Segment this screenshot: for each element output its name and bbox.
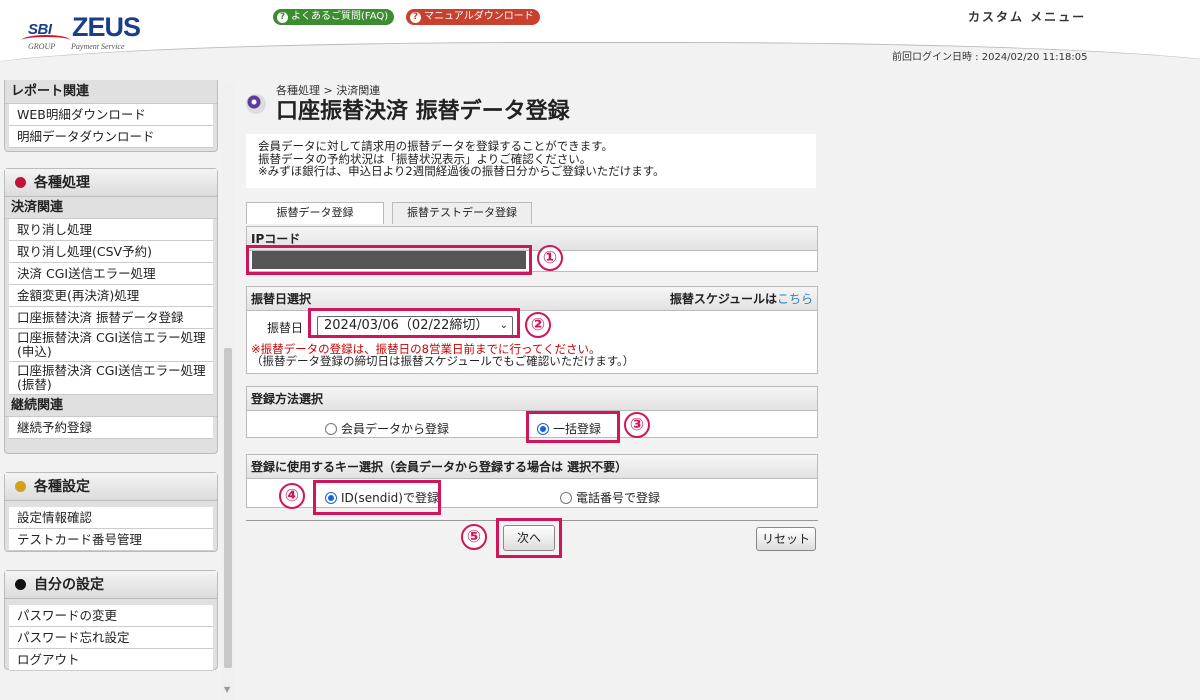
annotation-box-4 <box>313 480 441 515</box>
my-settings-panel-header: 自分の設定 <box>5 571 217 599</box>
sidebar-item-password-forgot[interactable]: パスワード忘れ設定 <box>9 627 213 649</box>
report-panel-title: レポート関連 <box>5 80 217 104</box>
scrollbar-thumb[interactable] <box>224 348 232 668</box>
tab-transfer-data-register[interactable]: 振替データ登録 <box>246 202 384 224</box>
red-dot-icon <box>15 177 26 188</box>
scroll-down-arrow-icon[interactable]: ▼ <box>224 685 230 694</box>
black-dot-icon <box>15 579 26 590</box>
header: SBI GROUP ZEUS Payment Service ? よくあるご質問… <box>0 0 1200 70</box>
sidebar-item-cancel-csv[interactable]: 取り消し処理(CSV予約) <box>9 241 213 263</box>
schedule-prefix: 振替スケジュールは <box>669 292 777 306</box>
sidebar: レポート関連 WEB明細ダウンロード 明細データダウンロード 各種処理 決済関連… <box>0 80 222 700</box>
manual-download-button[interactable]: ? マニュアルダウンロード <box>406 9 540 25</box>
sidebar-item-password-change[interactable]: パスワードの変更 <box>9 605 213 627</box>
radio-phone[interactable] <box>560 492 572 504</box>
register-key-label: 登録に使用するキー選択（会員データから登録する場合は 選択不要） <box>247 455 817 479</box>
sidebar-item-transfer-cgi-error-apply[interactable]: 口座振替決済 CGI送信エラー処理(申込) <box>9 329 213 362</box>
sidebar-item-transfer-cgi-error-transfer[interactable]: 口座振替決済 CGI送信エラー処理(振替) <box>9 362 213 395</box>
sidebar-item-transfer-data-register[interactable]: 口座振替決済 振替データ登録 <box>9 307 213 329</box>
radio-member-data[interactable] <box>325 423 337 435</box>
sidebar-item-continuous-reserve[interactable]: 継続予約登録 <box>9 417 213 439</box>
sidebar-item-cancel[interactable]: 取り消し処理 <box>9 219 213 241</box>
sidebar-item-logout[interactable]: ログアウト <box>9 649 213 671</box>
yellow-dot-icon <box>15 481 26 492</box>
question-icon: ? <box>410 11 421 23</box>
settings-panel-header: 各種設定 <box>5 473 217 501</box>
annotation-box-2 <box>308 308 520 338</box>
sidebar-item-cgi-error[interactable]: 決済 CGI送信エラー処理 <box>9 263 213 285</box>
transfer-date-field-label: 振替日 <box>267 321 304 335</box>
tab-transfer-test-data-register[interactable]: 振替テストデータ登録 <box>392 202 532 224</box>
annotation-number-3: ③ <box>624 412 650 438</box>
processing-panel: 各種処理 決済関連 取り消し処理 取り消し処理(CSV予約) 決済 CGI送信エ… <box>4 168 218 454</box>
my-settings-panel-title: 自分の設定 <box>34 576 104 593</box>
sidebar-scrollbar[interactable]: ▼ <box>222 84 234 700</box>
my-settings-panel: 自分の設定 パスワードの変更 パスワード忘れ設定 ログアウト <box>4 570 218 671</box>
method-member-option[interactable]: 会員データから登録 <box>325 420 449 437</box>
sidebar-item-test-card[interactable]: テストカード番号管理 <box>9 529 213 551</box>
key-phone-label: 電話番号で登録 <box>576 491 661 505</box>
notice-box: 会員データに対して請求用の振替データを登録することができます。 振替データの予約… <box>246 134 816 188</box>
annotation-number-2: ② <box>525 312 551 338</box>
question-icon: ? <box>277 11 288 23</box>
reset-button[interactable]: リセット <box>756 527 816 551</box>
processing-panel-title: 各種処理 <box>34 174 90 191</box>
manual-label: マニュアルダウンロード <box>424 11 534 22</box>
payment-group-head: 決済関連 <box>5 197 217 219</box>
annotation-number-1: ① <box>537 245 563 271</box>
transfer-note: （振替データ登録の締切日は振替スケジュールでもご確認いただけます。） <box>251 354 635 368</box>
settings-panel-title: 各種設定 <box>34 478 90 495</box>
key-phone-option[interactable]: 電話番号で登録 <box>560 489 660 506</box>
sidebar-item-amount-change[interactable]: 金額変更(再決済)処理 <box>9 285 213 307</box>
annotation-box-1 <box>246 245 532 275</box>
faq-label: よくあるご質問(FAQ) <box>291 11 389 22</box>
processing-panel-header: 各種処理 <box>5 169 217 197</box>
annotation-box-3 <box>526 411 620 443</box>
page-title-bullet-icon <box>246 94 266 114</box>
continuous-group-head: 継続関連 <box>5 395 217 417</box>
annotation-number-4: ④ <box>279 483 305 509</box>
schedule-link[interactable]: こちら <box>777 292 813 306</box>
notice-line: 会員データに対して請求用の振替データを登録することができます。 <box>258 139 614 153</box>
sidebar-item-settings-info[interactable]: 設定情報確認 <box>9 507 213 529</box>
schedule-text: 振替スケジュールはこちら <box>670 287 813 311</box>
method-member-label: 会員データから登録 <box>341 422 450 436</box>
page-title: 口座振替決済 振替データ登録 <box>276 99 570 124</box>
report-panel: レポート関連 WEB明細ダウンロード 明細データダウンロード <box>4 80 218 152</box>
transfer-date-label: 振替日選択 <box>251 292 312 306</box>
last-login-time: 前回ログイン日時 : 2024/02/20 11:18:05 <box>892 52 1088 63</box>
custom-menu-link[interactable]: カスタム メニュー <box>968 8 1086 25</box>
faq-button[interactable]: ? よくあるご質問(FAQ) <box>273 9 395 25</box>
register-method-label: 登録方法選択 <box>247 387 817 411</box>
sidebar-item-web-detail-download[interactable]: WEB明細ダウンロード <box>9 104 213 126</box>
settings-panel: 各種設定 設定情報確認 テストカード番号管理 <box>4 472 218 552</box>
annotation-number-5: ⑤ <box>461 524 487 550</box>
next-button[interactable]: 次へ <box>503 525 555 551</box>
sidebar-item-detail-data-download[interactable]: 明細データダウンロード <box>9 126 213 148</box>
notice-line: ※みずほ銀行は、申込日より2週間経過後の振替日分からご登録いただけます。 <box>258 164 665 178</box>
